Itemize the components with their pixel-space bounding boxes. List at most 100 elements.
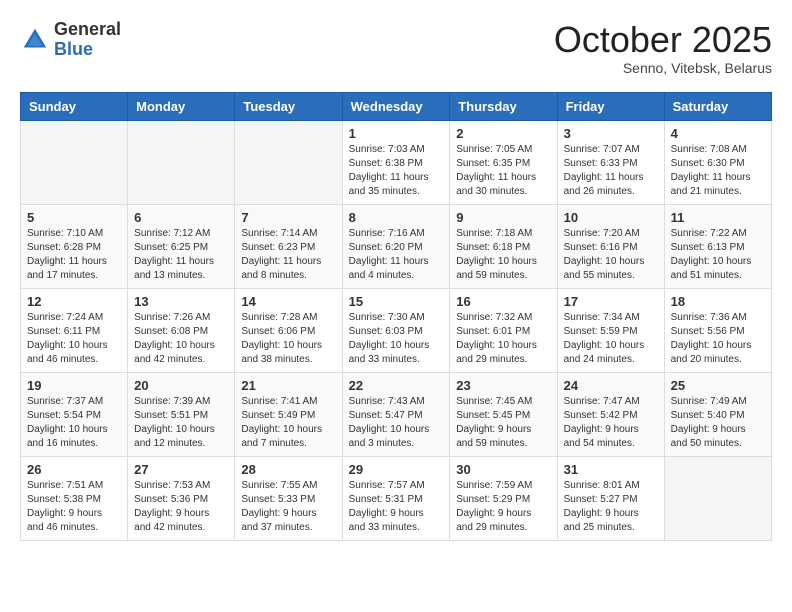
day-number: 18 bbox=[671, 294, 765, 309]
day-info: Sunrise: 7:05 AM Sunset: 6:35 PM Dayligh… bbox=[456, 143, 550, 199]
calendar-cell: 31Sunrise: 8:01 AM Sunset: 5:27 PM Dayli… bbox=[557, 456, 664, 540]
day-number: 31 bbox=[564, 462, 658, 477]
day-info: Sunrise: 7:43 AM Sunset: 5:47 PM Dayligh… bbox=[349, 395, 444, 451]
calendar-cell bbox=[21, 120, 128, 204]
day-info: Sunrise: 7:53 AM Sunset: 5:36 PM Dayligh… bbox=[134, 479, 228, 535]
calendar-cell: 21 Sunrise: 7:41 AM Sunset: 5:49 PM Dayli… bbox=[235, 372, 342, 456]
day-info: Sunrise: 7:47 AM Sunset: 5:42 PM Dayligh… bbox=[564, 395, 658, 451]
day-number: 21 bbox=[241, 378, 335, 393]
day-number: 29 bbox=[349, 462, 444, 477]
day-info: Sunrise: 7:30 AM Sunset: 6:03 PM Dayligh… bbox=[349, 311, 444, 367]
day-info: Sunrise: 7:37 AM Sunset: 5:54 PM Dayligh… bbox=[27, 395, 121, 451]
day-info: Sunrise: 7:20 AM Sunset: 6:16 PM Dayligh… bbox=[564, 227, 658, 283]
calendar-cell: 13 Sunrise: 7:26 AM Sunset: 6:08 PM Dayli… bbox=[128, 288, 235, 372]
logo-icon bbox=[20, 25, 50, 55]
day-number: 4 bbox=[671, 126, 765, 141]
day-number: 30 bbox=[456, 462, 550, 477]
calendar-cell bbox=[664, 456, 771, 540]
calendar-cell: 25 Sunrise: 7:49 AM Sunset: 5:40 PM Dayli… bbox=[664, 372, 771, 456]
day-info: Sunrise: 7:55 AM Sunset: 5:33 PM Dayligh… bbox=[241, 479, 335, 535]
calendar-cell: 20 Sunrise: 7:39 AM Sunset: 5:51 PM Dayli… bbox=[128, 372, 235, 456]
day-number: 8 bbox=[349, 210, 444, 225]
calendar-cell: 15 Sunrise: 7:30 AM Sunset: 6:03 PM Dayli… bbox=[342, 288, 450, 372]
week-row-1: 1 Sunrise: 7:03 AM Sunset: 6:38 PM Daylig… bbox=[21, 120, 772, 204]
day-info: Sunrise: 7:51 AM Sunset: 5:38 PM Dayligh… bbox=[27, 479, 121, 535]
day-info: Sunrise: 7:26 AM Sunset: 6:08 PM Dayligh… bbox=[134, 311, 228, 367]
day-number: 17 bbox=[564, 294, 658, 309]
day-info: Sunrise: 7:12 AM Sunset: 6:25 PM Dayligh… bbox=[134, 227, 228, 283]
day-info: Sunrise: 7:16 AM Sunset: 6:20 PM Dayligh… bbox=[349, 227, 444, 283]
logo-general: General bbox=[54, 19, 121, 39]
calendar-cell: 24Sunrise: 7:47 AM Sunset: 5:42 PM Dayli… bbox=[557, 372, 664, 456]
location: Senno, Vitebsk, Belarus bbox=[554, 60, 772, 76]
day-info: Sunrise: 7:34 AM Sunset: 5:59 PM Dayligh… bbox=[564, 311, 658, 367]
calendar-cell: 11Sunrise: 7:22 AM Sunset: 6:13 PM Dayli… bbox=[664, 204, 771, 288]
day-number: 26 bbox=[27, 462, 121, 477]
calendar-cell: 19 Sunrise: 7:37 AM Sunset: 5:54 PM Dayli… bbox=[21, 372, 128, 456]
calendar-cell: 14 Sunrise: 7:28 AM Sunset: 6:06 PM Dayli… bbox=[235, 288, 342, 372]
day-number: 9 bbox=[456, 210, 550, 225]
calendar-cell: 10 Sunrise: 7:20 AM Sunset: 6:16 PM Dayli… bbox=[557, 204, 664, 288]
day-number: 11 bbox=[671, 210, 765, 225]
calendar-cell: 29 Sunrise: 7:57 AM Sunset: 5:31 PM Dayli… bbox=[342, 456, 450, 540]
day-info: Sunrise: 7:41 AM Sunset: 5:49 PM Dayligh… bbox=[241, 395, 335, 451]
weekday-header-row: SundayMondayTuesdayWednesdayThursdayFrid… bbox=[21, 92, 772, 120]
calendar-cell: 5Sunrise: 7:10 AM Sunset: 6:28 PM Daylig… bbox=[21, 204, 128, 288]
calendar-cell: 16Sunrise: 7:32 AM Sunset: 6:01 PM Dayli… bbox=[450, 288, 557, 372]
calendar-cell: 4 Sunrise: 7:08 AM Sunset: 6:30 PM Daylig… bbox=[664, 120, 771, 204]
calendar-cell: 27 Sunrise: 7:53 AM Sunset: 5:36 PM Dayli… bbox=[128, 456, 235, 540]
day-number: 5 bbox=[27, 210, 121, 225]
calendar-cell: 6Sunrise: 7:12 AM Sunset: 6:25 PM Daylig… bbox=[128, 204, 235, 288]
calendar-cell: 28 Sunrise: 7:55 AM Sunset: 5:33 PM Dayli… bbox=[235, 456, 342, 540]
day-info: Sunrise: 7:24 AM Sunset: 6:11 PM Dayligh… bbox=[27, 311, 121, 367]
weekday-header-sunday: Sunday bbox=[21, 92, 128, 120]
week-row-3: 12 Sunrise: 7:24 AM Sunset: 6:11 PM Dayli… bbox=[21, 288, 772, 372]
logo-blue: Blue bbox=[54, 39, 93, 59]
calendar-cell: 17 Sunrise: 7:34 AM Sunset: 5:59 PM Dayli… bbox=[557, 288, 664, 372]
day-number: 14 bbox=[241, 294, 335, 309]
calendar-cell: 26 Sunrise: 7:51 AM Sunset: 5:38 PM Dayli… bbox=[21, 456, 128, 540]
day-info: Sunrise: 7:28 AM Sunset: 6:06 PM Dayligh… bbox=[241, 311, 335, 367]
day-number: 13 bbox=[134, 294, 228, 309]
day-info: Sunrise: 7:08 AM Sunset: 6:30 PM Dayligh… bbox=[671, 143, 765, 199]
logo: General Blue bbox=[20, 20, 121, 60]
calendar-cell: 30 Sunrise: 7:59 AM Sunset: 5:29 PM Dayli… bbox=[450, 456, 557, 540]
week-row-4: 19 Sunrise: 7:37 AM Sunset: 5:54 PM Dayli… bbox=[21, 372, 772, 456]
calendar-cell: 9 Sunrise: 7:18 AM Sunset: 6:18 PM Daylig… bbox=[450, 204, 557, 288]
month-title: October 2025 bbox=[554, 20, 772, 60]
calendar-cell bbox=[128, 120, 235, 204]
weekday-header-wednesday: Wednesday bbox=[342, 92, 450, 120]
day-info: Sunrise: 7:36 AM Sunset: 5:56 PM Dayligh… bbox=[671, 311, 765, 367]
day-number: 1 bbox=[349, 126, 444, 141]
day-number: 23 bbox=[456, 378, 550, 393]
calendar-cell: 1 Sunrise: 7:03 AM Sunset: 6:38 PM Daylig… bbox=[342, 120, 450, 204]
day-info: Sunrise: 7:07 AM Sunset: 6:33 PM Dayligh… bbox=[564, 143, 658, 199]
calendar-cell: 18 Sunrise: 7:36 AM Sunset: 5:56 PM Dayli… bbox=[664, 288, 771, 372]
page-header: General Blue October 2025 Senno, Vitebsk… bbox=[20, 20, 772, 76]
week-row-2: 5Sunrise: 7:10 AM Sunset: 6:28 PM Daylig… bbox=[21, 204, 772, 288]
day-number: 25 bbox=[671, 378, 765, 393]
day-info: Sunrise: 7:49 AM Sunset: 5:40 PM Dayligh… bbox=[671, 395, 765, 451]
day-info: Sunrise: 7:57 AM Sunset: 5:31 PM Dayligh… bbox=[349, 479, 444, 535]
day-number: 10 bbox=[564, 210, 658, 225]
day-info: Sunrise: 7:14 AM Sunset: 6:23 PM Dayligh… bbox=[241, 227, 335, 283]
day-number: 15 bbox=[349, 294, 444, 309]
day-number: 28 bbox=[241, 462, 335, 477]
day-number: 20 bbox=[134, 378, 228, 393]
weekday-header-tuesday: Tuesday bbox=[235, 92, 342, 120]
calendar-cell bbox=[235, 120, 342, 204]
calendar-cell: 22Sunrise: 7:43 AM Sunset: 5:47 PM Dayli… bbox=[342, 372, 450, 456]
day-number: 27 bbox=[134, 462, 228, 477]
day-info: Sunrise: 7:39 AM Sunset: 5:51 PM Dayligh… bbox=[134, 395, 228, 451]
day-info: Sunrise: 7:03 AM Sunset: 6:38 PM Dayligh… bbox=[349, 143, 444, 199]
calendar-cell: 2 Sunrise: 7:05 AM Sunset: 6:35 PM Daylig… bbox=[450, 120, 557, 204]
day-info: Sunrise: 7:59 AM Sunset: 5:29 PM Dayligh… bbox=[456, 479, 550, 535]
day-number: 12 bbox=[27, 294, 121, 309]
day-info: Sunrise: 7:18 AM Sunset: 6:18 PM Dayligh… bbox=[456, 227, 550, 283]
calendar-cell: 23Sunrise: 7:45 AM Sunset: 5:45 PM Dayli… bbox=[450, 372, 557, 456]
calendar: SundayMondayTuesdayWednesdayThursdayFrid… bbox=[20, 92, 772, 541]
day-number: 2 bbox=[456, 126, 550, 141]
day-number: 19 bbox=[27, 378, 121, 393]
weekday-header-saturday: Saturday bbox=[664, 92, 771, 120]
day-number: 7 bbox=[241, 210, 335, 225]
